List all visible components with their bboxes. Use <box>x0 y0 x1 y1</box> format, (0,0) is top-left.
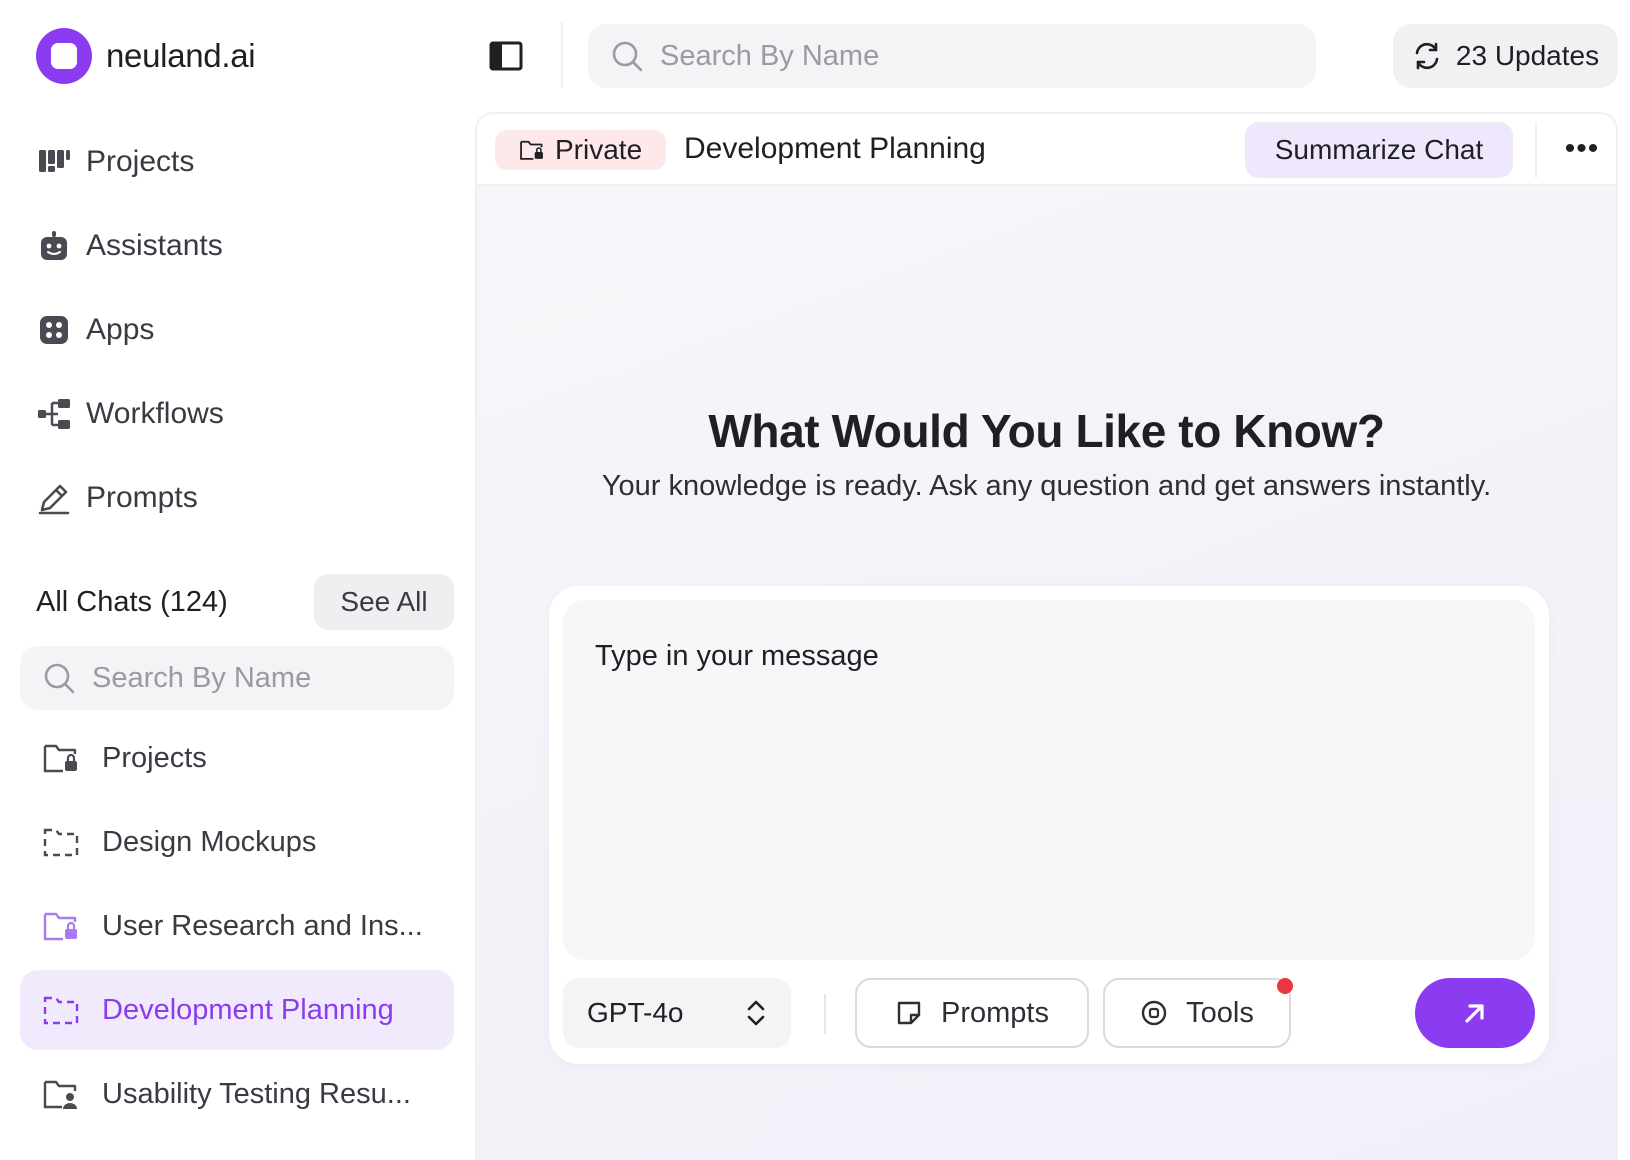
chat-list: Projects Design Mockups User Research an… <box>20 718 454 1138</box>
chat-item-projects[interactable]: Projects <box>20 718 454 798</box>
brand[interactable]: neuland.ai <box>36 28 256 84</box>
locked-folder-icon <box>520 140 543 160</box>
apps-icon <box>40 316 68 344</box>
workflow-icon <box>38 399 70 429</box>
nav-item-projects[interactable]: Projects <box>36 120 456 204</box>
shared-folder-icon <box>43 1080 77 1109</box>
chat-item-label: Development Planning <box>102 993 394 1026</box>
app-window: neuland.ai Projects Assistants Apps Work… <box>0 0 1630 1160</box>
nav-label: Projects <box>86 145 195 178</box>
sidebar: neuland.ai Projects Assistants Apps Work… <box>0 0 474 1160</box>
chats-title: All Chats (124) <box>36 585 228 618</box>
model-selector[interactable]: GPT-4o <box>563 978 791 1048</box>
private-badge-label: Private <box>555 134 643 165</box>
hero-title: What Would You Like to Know? <box>708 405 1385 457</box>
nav-label: Workflows <box>86 397 224 430</box>
message-box <box>563 600 1535 960</box>
chat-item-label: Design Mockups <box>102 825 317 858</box>
model-selector-value: GPT-4o <box>587 997 684 1028</box>
nav-label: Apps <box>86 313 155 346</box>
tools-notification-dot <box>1277 978 1293 994</box>
chat-item-development-planning[interactable]: Development Planning <box>20 970 454 1050</box>
chat-panel: Private Development Planning Summarize C… <box>475 112 1618 1160</box>
dashed-folder-icon <box>43 828 79 857</box>
locked-folder-icon <box>43 912 77 941</box>
robot-icon <box>41 231 67 260</box>
projects-grid-icon <box>39 150 70 172</box>
summarize-chat-button[interactable]: Summarize Chat <box>1245 122 1513 178</box>
nav-item-workflows[interactable]: Workflows <box>36 372 456 456</box>
updates-label: 23 Updates <box>1455 40 1600 71</box>
sidebar-toggle-icon <box>489 41 523 71</box>
nav-item-prompts[interactable]: Prompts <box>36 456 456 540</box>
tools-button[interactable]: Tools <box>1103 978 1291 1048</box>
tools-icon <box>1141 1000 1167 1026</box>
dashed-folder-icon <box>43 996 79 1025</box>
nav-label: Prompts <box>86 481 198 514</box>
search-icon <box>612 41 643 72</box>
chat-title: Development Planning <box>684 132 986 165</box>
brand-name: neuland.ai <box>106 37 256 74</box>
header-divider <box>1535 122 1537 178</box>
nav-item-assistants[interactable]: Assistants <box>36 204 456 288</box>
prompts-button-label: Prompts <box>941 996 1049 1029</box>
pencil-icon <box>38 484 70 515</box>
tools-button-label: Tools <box>1186 996 1254 1029</box>
search-icon <box>44 663 75 694</box>
locked-folder-icon <box>43 744 77 773</box>
main-nav: Projects Assistants Apps Workflows Promp… <box>36 120 456 540</box>
toggle-sidebar-button[interactable] <box>488 38 524 74</box>
chat-search <box>20 646 454 710</box>
chats-header: All Chats (124) See All <box>36 574 454 630</box>
chat-item-design-mockups[interactable]: Design Mockups <box>20 802 454 882</box>
see-all-button[interactable]: See All <box>314 574 454 630</box>
send-button[interactable] <box>1415 978 1535 1048</box>
hero-subtitle: Your knowledge is ready. Ask any questio… <box>601 470 1492 502</box>
chat-item-user-research[interactable]: User Research and Ins... <box>20 886 454 966</box>
message-composer: GPT-4o Prompts Tools <box>549 586 1549 1064</box>
chat-item-usability-testing[interactable]: Usability Testing Resu... <box>20 1054 454 1134</box>
topbar-divider <box>561 22 563 88</box>
nav-item-apps[interactable]: Apps <box>36 288 456 372</box>
prompts-button[interactable]: Prompts <box>855 978 1089 1048</box>
chat-search-input[interactable] <box>92 661 422 695</box>
brand-logo <box>36 28 92 84</box>
more-options-button[interactable]: ••• <box>1557 124 1607 174</box>
global-search <box>588 24 1316 88</box>
note-icon <box>897 1001 921 1025</box>
nav-label: Assistants <box>86 229 223 262</box>
message-input[interactable] <box>595 640 1503 920</box>
arrow-up-right-icon <box>1465 1004 1484 1023</box>
chevron-up-down-icon <box>747 1000 765 1026</box>
chat-item-label: Usability Testing Resu... <box>102 1077 411 1110</box>
updates-button[interactable]: 23 Updates <box>1393 24 1618 88</box>
private-badge: Private <box>495 130 667 170</box>
chat-header: Private Development Planning Summarize C… <box>477 114 1616 186</box>
composer-divider <box>824 994 826 1034</box>
global-search-input[interactable] <box>660 39 1260 73</box>
chat-item-label: Projects <box>102 741 207 774</box>
chat-item-label: User Research and Ins... <box>102 909 423 942</box>
refresh-icon <box>1415 42 1439 70</box>
